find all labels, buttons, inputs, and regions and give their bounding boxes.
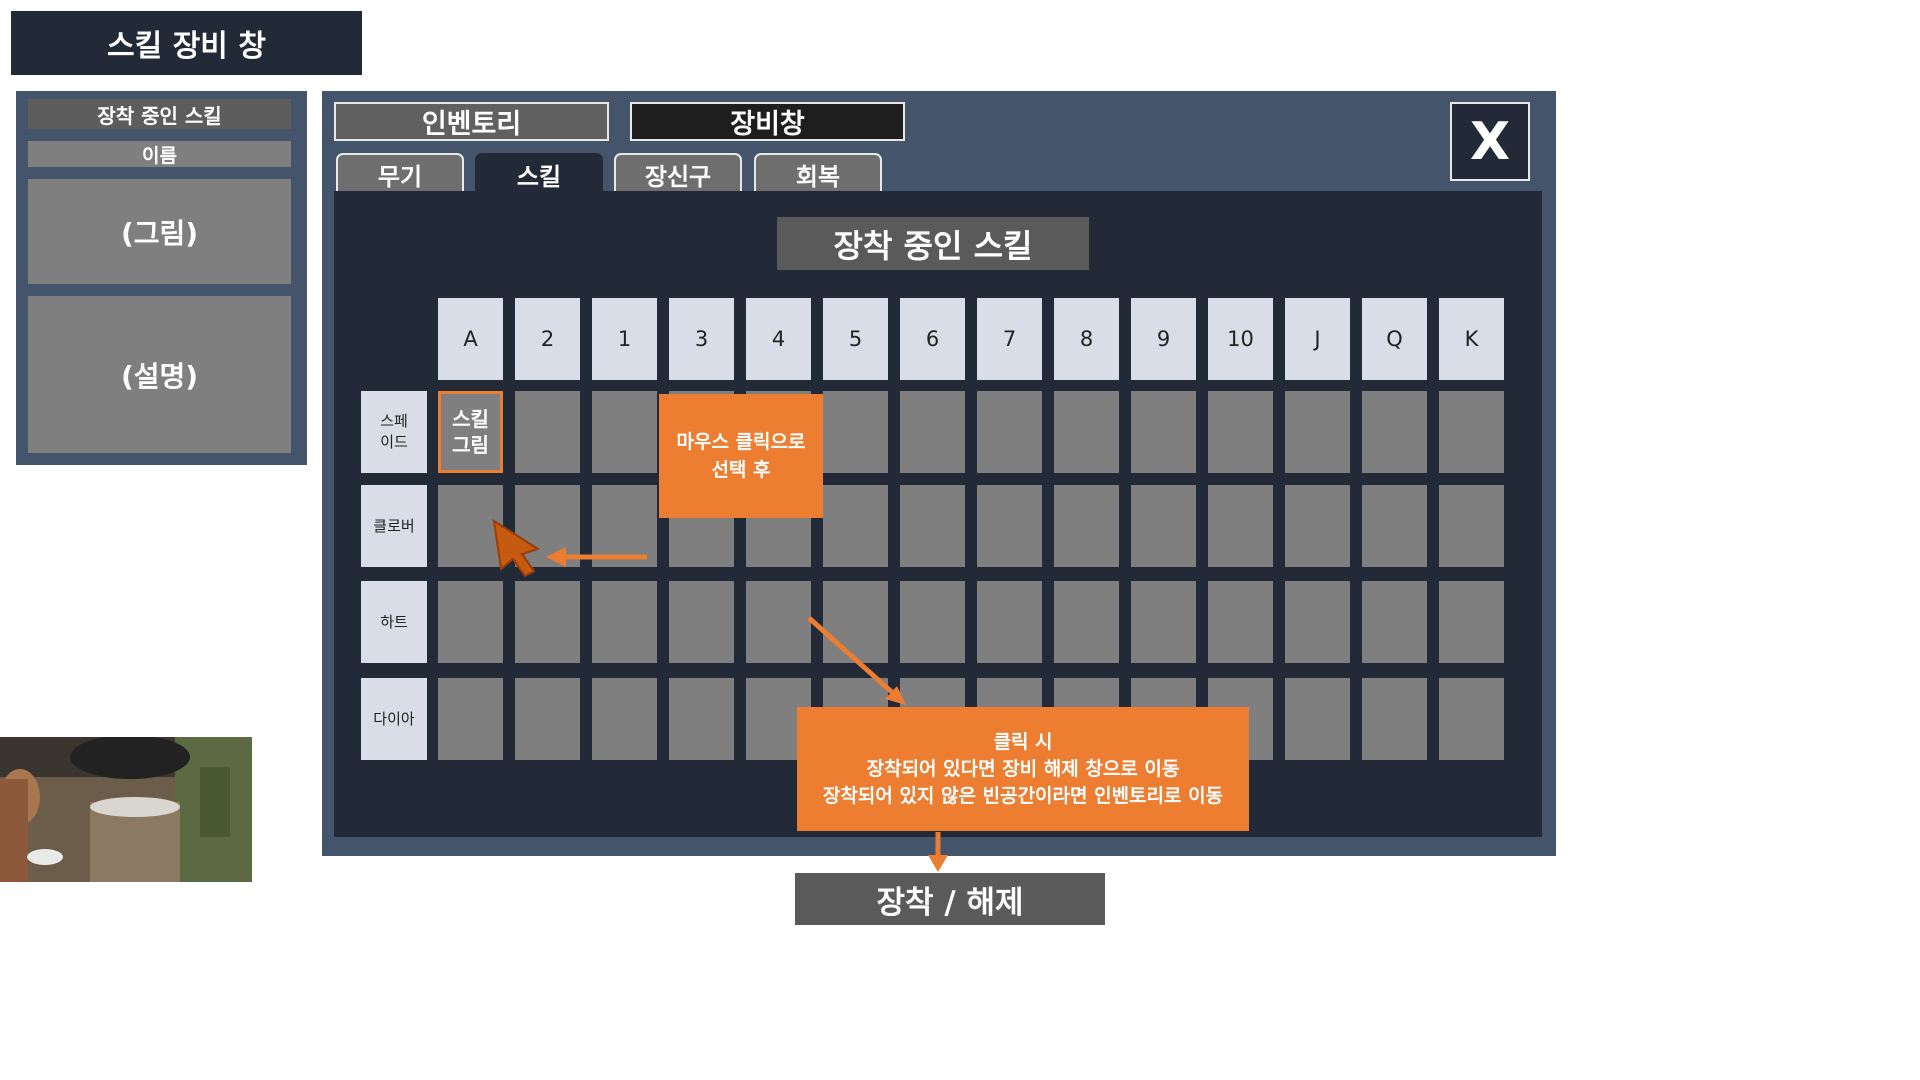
skill-slot[interactable] bbox=[1131, 485, 1196, 567]
skill-slot[interactable] bbox=[438, 581, 503, 663]
arrow-to-button-head bbox=[928, 855, 948, 872]
skill-slot[interactable] bbox=[1054, 485, 1119, 567]
row-header: 다이아 bbox=[361, 678, 427, 760]
skill-slot[interactable] bbox=[592, 485, 657, 567]
row-header: 스페 이드 bbox=[361, 391, 427, 473]
skill-slot[interactable] bbox=[438, 485, 503, 567]
equip-unequip-button[interactable]: 장착 / 해제 bbox=[795, 873, 1105, 925]
skill-content-area: 장착 중인 스킬 A 2 1 3 4 5 6 7 8 9 10 J Q K 스페 이드 스킬 그림 클로버하트다… bbox=[334, 191, 1542, 925]
close-button[interactable]: X bbox=[1450, 102, 1530, 181]
skill-slot[interactable] bbox=[823, 391, 888, 473]
close-icon: X bbox=[1469, 111, 1511, 172]
page-title: 스킬 장비 창 bbox=[11, 11, 362, 75]
skill-slot[interactable] bbox=[900, 581, 965, 663]
column-header: 4 bbox=[746, 298, 811, 380]
skill-slot[interactable] bbox=[1285, 391, 1350, 473]
column-header: 10 bbox=[1208, 298, 1273, 380]
info-panel-header: 장착 중인 스킬 bbox=[28, 99, 291, 129]
equipment-window: 인벤토리 장비창 X 무기 스킬 장신구 회복 장착 중인 스킬 A213456… bbox=[322, 91, 1556, 925]
skill-slot[interactable] bbox=[515, 678, 580, 760]
skill-picture-placeholder: (그림) bbox=[28, 179, 291, 284]
skill-slot[interactable] bbox=[1439, 485, 1504, 567]
webcam-image bbox=[0, 737, 252, 882]
category-tab-accessory[interactable]: 장신구 bbox=[614, 153, 742, 193]
skill-slot[interactable] bbox=[823, 485, 888, 567]
skill-slot[interactable] bbox=[669, 581, 734, 663]
skill-slot[interactable] bbox=[1285, 581, 1350, 663]
skill-slot[interactable] bbox=[1362, 678, 1427, 760]
skill-slot[interactable] bbox=[1131, 391, 1196, 473]
column-header: 9 bbox=[1131, 298, 1196, 380]
category-tab-weapon[interactable]: 무기 bbox=[336, 153, 464, 193]
skill-slot[interactable] bbox=[1439, 678, 1504, 760]
skill-slot[interactable] bbox=[1285, 485, 1350, 567]
callout-select-hint: 마우스 클릭으로 선택 후 bbox=[659, 394, 823, 518]
skill-slot[interactable] bbox=[977, 485, 1042, 567]
column-header: 2 bbox=[515, 298, 580, 380]
skill-slot[interactable] bbox=[1208, 485, 1273, 567]
tab-equipment[interactable]: 장비창 bbox=[630, 102, 905, 141]
skill-slot[interactable] bbox=[900, 485, 965, 567]
skill-slot[interactable] bbox=[515, 391, 580, 473]
row-header: 하트 bbox=[361, 581, 427, 663]
column-header: 5 bbox=[823, 298, 888, 380]
column-header: J bbox=[1285, 298, 1350, 380]
skill-slot[interactable] bbox=[1362, 581, 1427, 663]
skill-slot[interactable] bbox=[438, 678, 503, 760]
skill-description-placeholder: (설명) bbox=[28, 296, 291, 453]
skill-slot[interactable] bbox=[977, 581, 1042, 663]
column-header: K bbox=[1439, 298, 1504, 380]
skill-slot[interactable] bbox=[1362, 485, 1427, 567]
skill-slot[interactable] bbox=[900, 391, 965, 473]
skill-slot[interactable] bbox=[592, 391, 657, 473]
category-tab-recovery[interactable]: 회복 bbox=[754, 153, 882, 193]
column-header: Q bbox=[1362, 298, 1427, 380]
skill-slot[interactable] bbox=[1208, 581, 1273, 663]
row-header: 클로버 bbox=[361, 485, 427, 567]
callout-click-hint: 클릭 시 장착되어 있다면 장비 해제 창으로 이동 장착되어 있지 않은 빈공… bbox=[797, 707, 1249, 831]
skill-slot[interactable] bbox=[1054, 581, 1119, 663]
skill-slot[interactable] bbox=[592, 581, 657, 663]
webcam-overlay bbox=[0, 737, 252, 882]
skill-slot[interactable] bbox=[1439, 581, 1504, 663]
skill-slot[interactable] bbox=[1362, 391, 1427, 473]
skill-name-field: 이름 bbox=[28, 141, 291, 167]
column-header: 6 bbox=[900, 298, 965, 380]
skill-slot-selected[interactable]: 스킬 그림 bbox=[438, 391, 503, 473]
skill-slot[interactable] bbox=[669, 678, 734, 760]
skill-slot[interactable] bbox=[1208, 391, 1273, 473]
skill-slot[interactable] bbox=[515, 581, 580, 663]
skill-slot[interactable] bbox=[592, 678, 657, 760]
column-header: 7 bbox=[977, 298, 1042, 380]
skill-slot[interactable] bbox=[1054, 391, 1119, 473]
tab-inventory[interactable]: 인벤토리 bbox=[334, 102, 609, 141]
column-header: 8 bbox=[1054, 298, 1119, 380]
column-header: A bbox=[438, 298, 503, 380]
category-tab-skill[interactable]: 스킬 bbox=[475, 153, 603, 193]
skill-slot[interactable] bbox=[977, 391, 1042, 473]
equipped-skills-title: 장착 중인 스킬 bbox=[777, 217, 1089, 270]
skill-slot[interactable] bbox=[515, 485, 580, 567]
skill-slot[interactable] bbox=[1131, 581, 1196, 663]
skill-slot[interactable] bbox=[1285, 678, 1350, 760]
skill-slot[interactable] bbox=[823, 581, 888, 663]
skill-slot[interactable] bbox=[1439, 391, 1504, 473]
skill-info-panel: 장착 중인 스킬 이름 (그림) (설명) bbox=[16, 91, 307, 465]
column-header: 1 bbox=[592, 298, 657, 380]
column-header: 3 bbox=[669, 298, 734, 380]
skill-slot[interactable] bbox=[746, 581, 811, 663]
